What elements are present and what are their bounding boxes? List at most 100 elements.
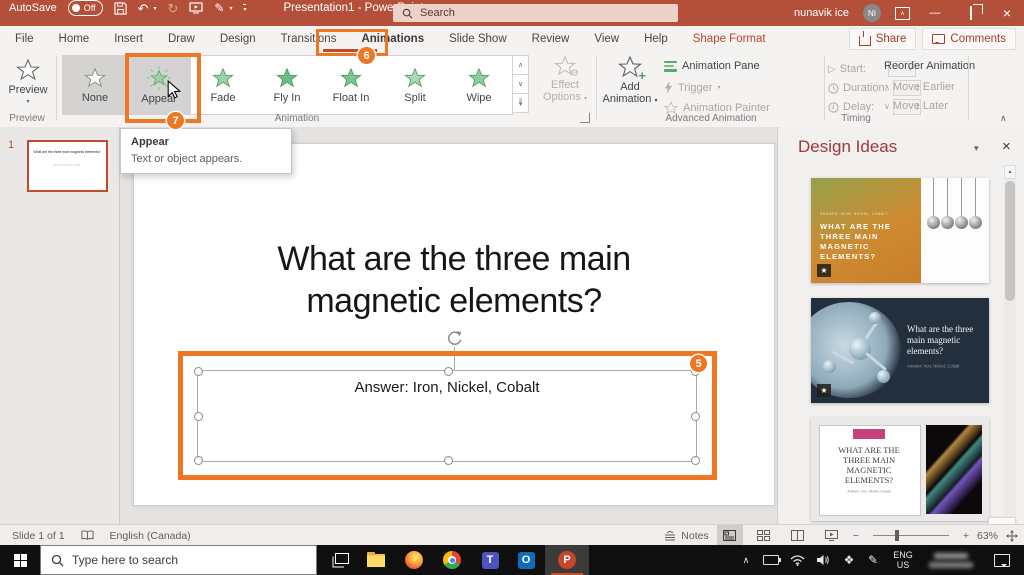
dropbox-icon[interactable]: ❖: [838, 545, 860, 575]
tab-home[interactable]: Home: [59, 33, 90, 45]
zoom-out-button[interactable]: −: [853, 530, 859, 542]
design-suggestion-3[interactable]: WHAT ARE THE THREE MAIN MAGNETIC ELEMENT…: [811, 418, 989, 521]
scrollbar-thumb[interactable]: [1005, 181, 1015, 301]
save-icon[interactable]: [114, 2, 127, 15]
gallery-scroll-down-icon[interactable]: ∨: [512, 75, 529, 94]
scroll-up-icon[interactable]: ▴: [1004, 165, 1016, 179]
outlook-icon: O: [518, 552, 535, 569]
taskbar-search-input[interactable]: Type here to search: [40, 545, 317, 575]
preview-button[interactable]: Preview ▾: [4, 58, 52, 105]
chrome-button[interactable]: [432, 545, 472, 575]
autosave-label: AutoSave: [9, 2, 57, 14]
accessibility-icon[interactable]: [81, 530, 94, 541]
battery-icon[interactable]: [760, 545, 782, 575]
gallery-scroll-up-icon[interactable]: ∧: [512, 55, 529, 75]
gallery-item-fly-in[interactable]: Fly In: [255, 56, 319, 114]
file-explorer-button[interactable]: [356, 545, 396, 575]
share-button[interactable]: Share: [849, 28, 917, 50]
design-suggestion-1[interactable]: ANSWER: IRON, NICKEL, COBALT WHAT ARE TH…: [811, 178, 989, 283]
task-view-button[interactable]: [320, 545, 360, 575]
card3-accent-bar: [853, 429, 885, 439]
autosave-toggle[interactable]: Off: [68, 0, 103, 16]
outlook-button[interactable]: O: [506, 545, 546, 575]
gallery-item-split[interactable]: Split: [383, 56, 447, 114]
tab-insert[interactable]: Insert: [114, 33, 143, 45]
gallery-more-button[interactable]: ≡ ▾: [512, 94, 529, 113]
hidden-icons-chevron[interactable]: ∧: [735, 545, 757, 575]
slide-title-line2[interactable]: magnetic elements?: [134, 282, 774, 321]
comments-button[interactable]: Comments: [922, 28, 1016, 50]
split-star-icon: [404, 67, 426, 89]
powerpoint-button-active[interactable]: P: [545, 545, 589, 575]
tab-view[interactable]: View: [594, 33, 619, 45]
notes-button[interactable]: Notes: [664, 525, 708, 546]
tab-help[interactable]: Help: [644, 33, 668, 45]
clock-blurred[interactable]: [922, 545, 980, 575]
pen-icon[interactable]: ✎: [214, 2, 224, 14]
zoom-slider-thumb[interactable]: [895, 530, 899, 541]
slide-title-line1[interactable]: What are the three main: [134, 240, 774, 279]
language-status[interactable]: English (Canada): [110, 530, 191, 542]
designer-badge-icon: ★: [817, 384, 831, 397]
tab-slide-show[interactable]: Slide Show: [449, 33, 507, 45]
view-slideshow-button[interactable]: [819, 525, 845, 546]
action-center-icon[interactable]: [988, 545, 1016, 575]
trigger-lightning-icon: [664, 81, 673, 94]
collapse-ribbon-icon[interactable]: ∧: [1000, 113, 1007, 124]
customize-qat-icon[interactable]: ▾: [243, 4, 246, 13]
add-animation-button[interactable]: + Add Animation ▾: [601, 55, 659, 113]
animation-pane-button[interactable]: Animation Pane: [664, 60, 760, 72]
restore-button[interactable]: [960, 7, 982, 19]
tab-shape-format[interactable]: Shape Format: [693, 33, 766, 45]
zoom-slider[interactable]: [873, 535, 949, 536]
slide-thumbnail[interactable]: What are the three main magnetic element…: [27, 140, 108, 192]
view-normal-button[interactable]: [717, 525, 743, 546]
undo-icon[interactable]: ↶: [138, 2, 149, 15]
animation-dialog-launcher-icon[interactable]: [580, 113, 590, 123]
screen: AutoSave Off ↶ ▾ ↻ ✎ ▾ ▾ Presentation1 -…: [0, 0, 1024, 575]
zoom-level[interactable]: 63%: [977, 530, 998, 542]
ribbon-display-options-icon[interactable]: ∧: [895, 7, 910, 20]
view-slide-sorter-button[interactable]: [751, 525, 777, 546]
wifi-icon[interactable]: [786, 545, 808, 575]
ink-workspace-icon[interactable]: ✎: [862, 545, 884, 575]
windows-logo-icon: [14, 554, 27, 567]
title-bar: AutoSave Off ↶ ▾ ↻ ✎ ▾ ▾ Presentation1 -…: [0, 0, 1024, 26]
volume-icon[interactable]: [812, 545, 834, 575]
teams-button[interactable]: T: [470, 545, 510, 575]
tab-file[interactable]: File: [15, 33, 34, 45]
gallery-item-float-in[interactable]: Float In: [319, 56, 383, 114]
pen-dropdown-icon[interactable]: ▾: [229, 5, 232, 12]
newtons-cradle-image: [921, 178, 989, 283]
design-suggestion-2[interactable]: What are the three main magnetic element…: [811, 298, 989, 403]
panel-close-icon[interactable]: ×: [1002, 138, 1011, 155]
gallery-more-caret-icon: ▾: [519, 103, 523, 106]
start-button[interactable]: [0, 545, 40, 575]
search-input[interactable]: Search: [393, 4, 678, 22]
firefox-button[interactable]: [394, 545, 434, 575]
preview-star-icon: [16, 58, 40, 82]
tab-review[interactable]: Review: [532, 33, 570, 45]
content-area: 1 What are the three main magnetic eleme…: [0, 127, 1024, 524]
slide-thumbnail-panel: 1 What are the three main magnetic eleme…: [0, 127, 120, 524]
zoom-in-button[interactable]: +: [963, 530, 969, 542]
panel-options-icon[interactable]: ▾: [974, 143, 979, 154]
user-name[interactable]: nunavik ice: [794, 7, 849, 19]
tab-draw[interactable]: Draw: [168, 33, 195, 45]
close-button[interactable]: ×: [996, 5, 1018, 21]
gallery-item-wipe[interactable]: Wipe: [447, 56, 511, 114]
design-panel-scrollbar[interactable]: ▴ ▾: [1004, 165, 1016, 520]
undo-dropdown-icon[interactable]: ▾: [153, 5, 156, 12]
comments-icon: [932, 34, 945, 44]
view-reading-button[interactable]: [785, 525, 811, 546]
avatar[interactable]: NI: [863, 4, 881, 22]
fly-in-star-icon: [276, 67, 298, 89]
fit-slide-icon[interactable]: [1006, 530, 1018, 542]
language-indicator[interactable]: ENGUS: [888, 545, 918, 575]
gallery-item-none[interactable]: None: [63, 56, 127, 114]
rotate-handle-icon[interactable]: [446, 330, 463, 347]
minimize-button[interactable]: —: [924, 7, 946, 19]
tab-design[interactable]: Design: [220, 33, 256, 45]
tooltip-body: Text or object appears.: [131, 153, 281, 165]
start-slideshow-icon[interactable]: [189, 2, 203, 14]
